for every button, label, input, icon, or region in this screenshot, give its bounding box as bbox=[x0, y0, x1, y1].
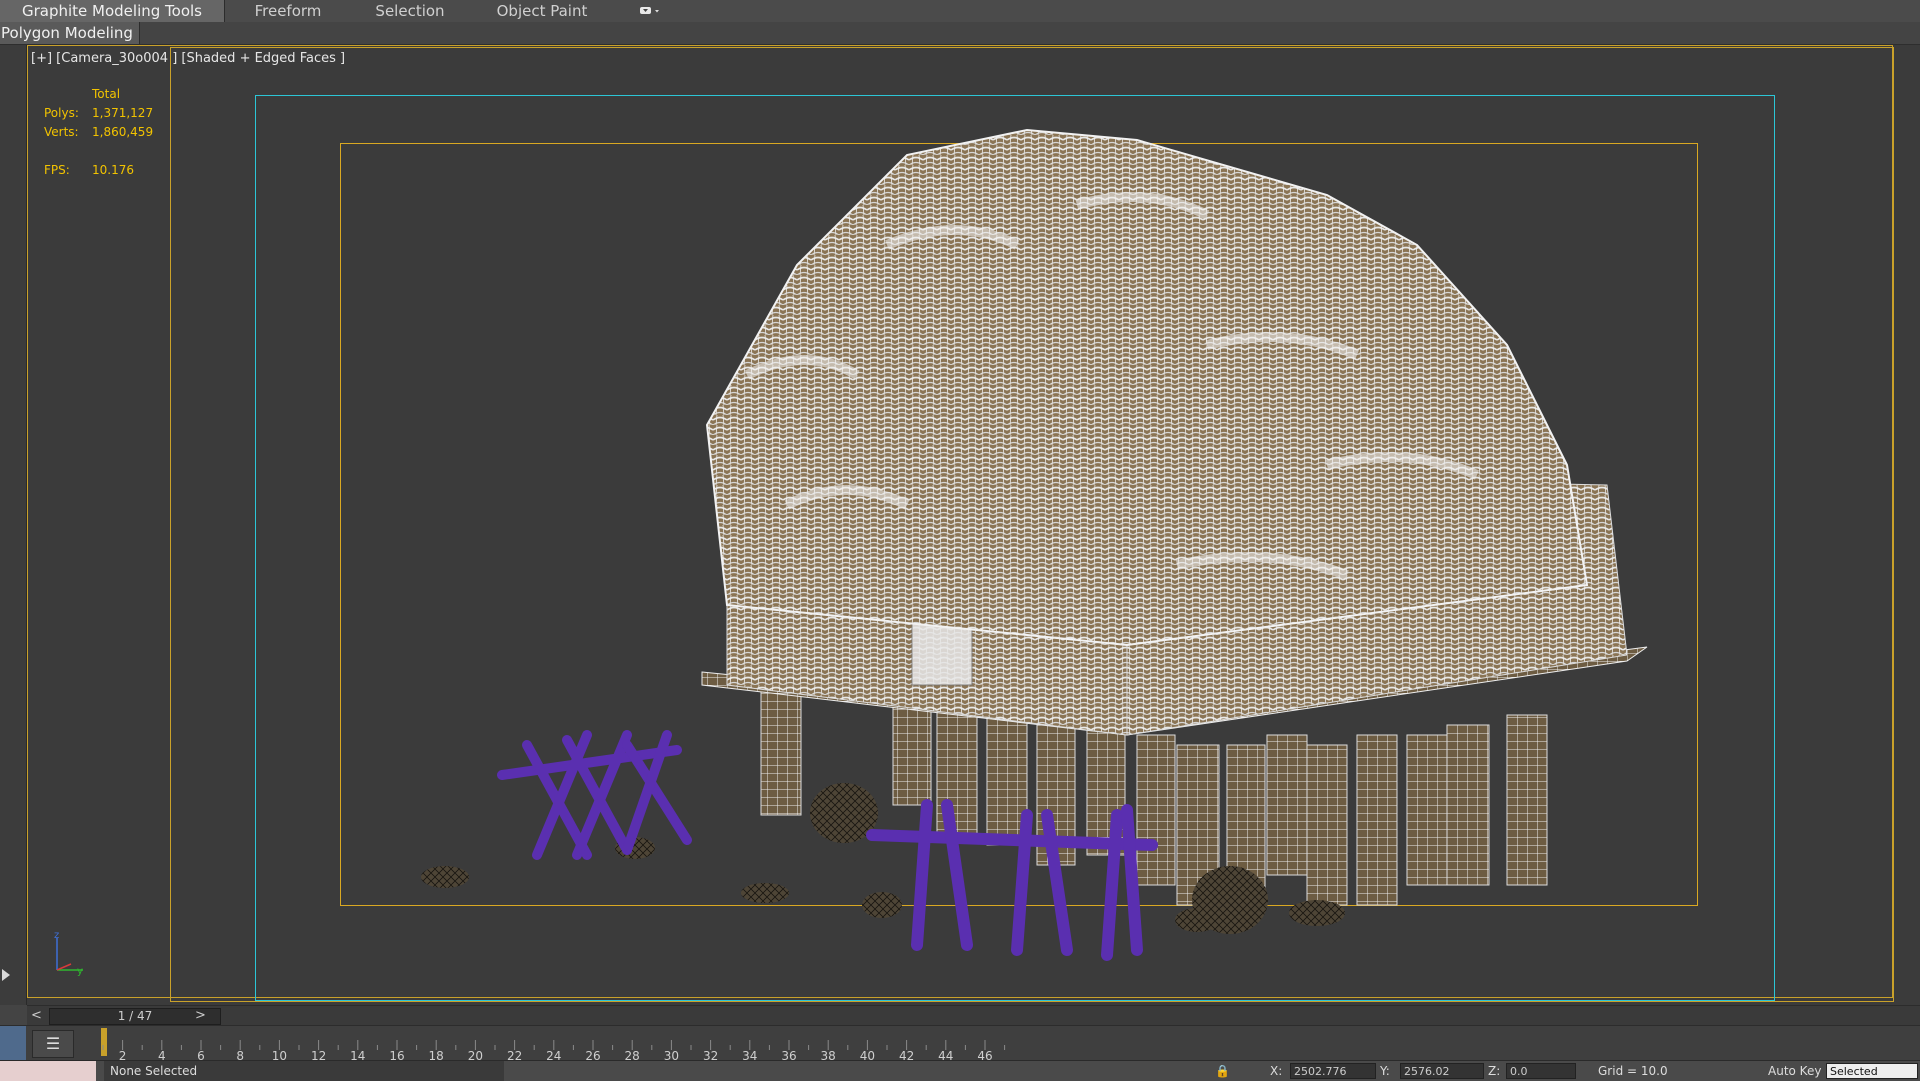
verts-value: 1,860,459 bbox=[92, 125, 154, 139]
x-coord-field[interactable]: 2502.776 bbox=[1290, 1063, 1376, 1079]
left-side-strip bbox=[0, 45, 27, 1005]
z-coord-field[interactable]: 0.0 bbox=[1506, 1063, 1576, 1079]
selected-dropdown[interactable]: Selected bbox=[1826, 1063, 1918, 1079]
y-coord-label: Y: bbox=[1380, 1064, 1390, 1078]
status-bar: None Selected 🔒 X: 2502.776 Y: 2576.02 Z… bbox=[0, 1060, 1920, 1081]
timeline-track[interactable]: ☰ 2 4 6 8 10 12 14 16 18 20 22 24 26 28 30 32 34 36 38 40 42… bbox=[0, 1025, 1920, 1061]
selected-sawhorse-left bbox=[497, 730, 692, 860]
time-slider-prev-button[interactable]: < bbox=[31, 1006, 42, 1026]
timeline-ruler: 2 4 6 8 10 12 14 16 18 20 22 24 26 28 30 32 34 36 38 40 42 44… bbox=[101, 1028, 1006, 1061]
grid-status: Grid = 10.0 bbox=[1598, 1064, 1668, 1078]
polys-value: 1,371,127 bbox=[92, 106, 154, 120]
tab-freeform[interactable]: Freeform bbox=[228, 0, 348, 22]
x-coord-label: X: bbox=[1270, 1064, 1283, 1078]
fps-label: FPS: bbox=[44, 163, 70, 177]
hut-roof bbox=[705, 128, 1589, 647]
timeline-frame-cursor bbox=[101, 1028, 107, 1056]
stats-header: Total bbox=[92, 87, 121, 101]
play-icon[interactable] bbox=[2, 969, 10, 981]
camera-viewport[interactable]: [+] [Camera_30o004 ] [Shaded + Edged Fac… bbox=[27, 45, 1920, 1005]
statistics-overlay: Total Polys: 1,371,127 Verts: 1,860,459 FP… bbox=[44, 85, 174, 180]
selection-status: None Selected bbox=[104, 1061, 504, 1081]
z-coord-label: Z: bbox=[1488, 1064, 1501, 1078]
lock-icon[interactable]: 🔒 bbox=[1215, 1061, 1230, 1081]
ribbon-subtab: Polygon Modeling bbox=[0, 22, 1920, 45]
ribbon-tabs: Graphite Modeling Tools Freeform Selecti… bbox=[0, 0, 1920, 23]
polys-label: Polys: bbox=[44, 106, 79, 120]
time-slider-next-button[interactable]: > bbox=[195, 1006, 206, 1026]
scene-render bbox=[421, 128, 1648, 961]
tab-object-paint[interactable]: Object Paint bbox=[474, 0, 610, 22]
viewport-label-menu[interactable]: [+] [Camera_30o004 ] [Shaded + Edged Fac… bbox=[31, 51, 345, 66]
verts-label: Verts: bbox=[44, 125, 79, 139]
auto-key-button[interactable]: Auto Key bbox=[1768, 1061, 1821, 1081]
maxscript-listener-box[interactable] bbox=[0, 1061, 96, 1081]
axis-y-label: y bbox=[77, 966, 83, 977]
fps-value: 10.176 bbox=[92, 163, 134, 177]
tab-graphite-modeling-tools[interactable]: Graphite Modeling Tools bbox=[0, 0, 225, 22]
polygon-modeling-panel[interactable]: Polygon Modeling bbox=[0, 22, 140, 44]
time-slider: < 1 / 47 > bbox=[27, 1005, 1920, 1026]
toggle-dropdown-icon[interactable] bbox=[636, 0, 662, 22]
y-coord-field[interactable]: 2576.02 bbox=[1400, 1063, 1484, 1079]
axis-tripod-icon: z y bbox=[54, 930, 83, 977]
axis-z-label: z bbox=[54, 930, 59, 941]
tab-selection[interactable]: Selection bbox=[350, 0, 470, 22]
